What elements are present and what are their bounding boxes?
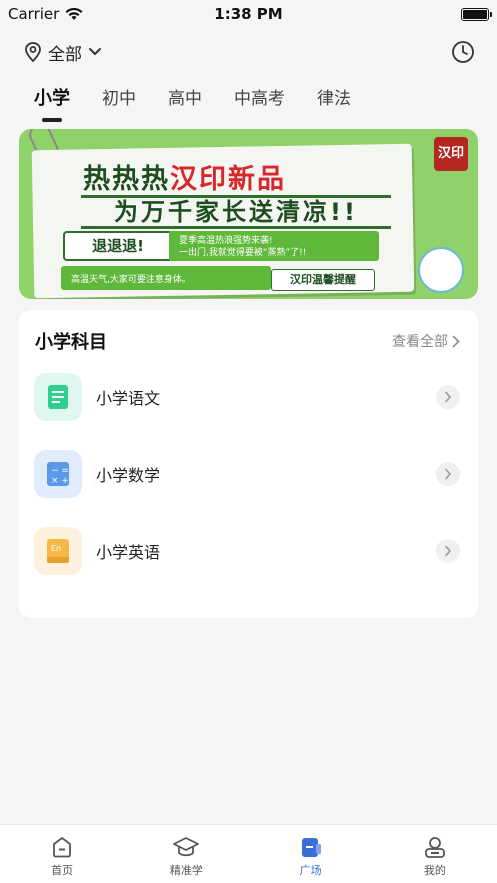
brand-logo: 汉印: [434, 137, 468, 171]
subject-label-chinese: 小学语文: [96, 389, 161, 408]
subjects-card-header: 小学科目 查看全部: [19, 310, 478, 358]
tabbar-label-profile: 我的: [423, 864, 446, 877]
tabbar-label-learn: 精准学: [169, 864, 203, 877]
subject-item-english[interactable]: En 小学英语: [19, 521, 478, 581]
promo-banner[interactable]: 热热热汉印新品 为万千家长送清凉!! 退退退! 夏季高温热浪强势来袭! 一出门,…: [19, 129, 478, 299]
location-selector[interactable]: 全部: [24, 40, 102, 65]
subjects-card-title: 小学科目: [35, 332, 107, 353]
banner-subtitle: 为万千家长送清凉!!: [81, 195, 391, 229]
banner-title-right: 汉印新品: [170, 164, 286, 195]
square-icon: [301, 838, 321, 857]
graduation-cap-icon: [173, 837, 200, 857]
history-icon[interactable]: [451, 40, 475, 64]
tab-exams[interactable]: 中高考: [218, 80, 301, 113]
tabbar-item-square[interactable]: 广场: [271, 835, 351, 878]
top-bar: 全部: [0, 36, 497, 68]
subject-label-math: 小学数学: [96, 466, 161, 485]
english-book-icon: En: [34, 527, 82, 575]
carrier-label: Carrier: [8, 5, 60, 23]
tab-law[interactable]: 律法: [301, 80, 367, 113]
tabbar-item-home[interactable]: 首页: [22, 835, 102, 878]
banner-note: 夏季高温热浪强势来袭! 一出门,我就觉得要被“蒸熟”了!!: [169, 231, 379, 261]
subject-label-english: 小学英语: [96, 543, 161, 562]
subject-item-math[interactable]: − = × + 小学数学: [19, 444, 478, 504]
banner-note-line1: 夏季高温热浪强势来袭!: [179, 236, 273, 246]
book-icon: [34, 373, 82, 421]
location-pin-icon: [25, 42, 41, 62]
banner-tag-retreat: 退退退!: [63, 231, 173, 261]
status-left: Carrier: [8, 5, 83, 23]
banner-title: 热热热汉印新品: [83, 157, 286, 196]
home-icon: [53, 837, 72, 858]
tab-primary[interactable]: 小学: [18, 80, 86, 114]
chevron-right-icon: [436, 539, 460, 563]
location-label: 全部: [48, 44, 82, 65]
see-all-label: 查看全部: [392, 334, 448, 350]
subjects-card: 小学科目 查看全部 小学语文 − = × + 小学数学 En 小学英语: [19, 310, 478, 618]
profile-icon: [424, 837, 445, 858]
tabbar-label-home: 首页: [51, 864, 74, 877]
tabbar-item-profile[interactable]: 我的: [395, 835, 475, 878]
svg-text:× +: × +: [51, 476, 69, 486]
banner-note-hot: 高温天气,大家可要注意身体。: [61, 266, 271, 290]
chevron-right-icon: [436, 462, 460, 486]
banner-reminder: 汉印温馨提醒: [271, 269, 375, 291]
tab-junior[interactable]: 初中: [86, 80, 152, 113]
tabbar-label-square: 广场: [299, 864, 322, 877]
banner-note-line2: 一出门,我就觉得要被“蒸熟”了!!: [179, 248, 307, 258]
see-all-link[interactable]: 查看全部: [392, 331, 460, 351]
svg-text:− =: − =: [51, 466, 69, 476]
chevron-right-icon: [436, 385, 460, 409]
subject-item-chinese[interactable]: 小学语文: [19, 367, 478, 427]
chevron-right-icon: [452, 335, 460, 347]
wifi-icon: [65, 7, 83, 20]
bottom-tab-bar: 首页 精准学 广场 我的: [0, 824, 497, 883]
banner-title-left: 热热热: [83, 164, 170, 195]
tabbar-item-learn[interactable]: 精准学: [146, 835, 226, 878]
tab-senior[interactable]: 高中: [152, 80, 218, 113]
chevron-down-icon: [89, 48, 101, 56]
calculator-icon: − = × +: [34, 450, 82, 498]
svg-text:En: En: [51, 544, 61, 553]
grade-tabs: 小学 初中 高中 中高考 律法: [18, 80, 479, 120]
battery-icon: [461, 7, 492, 21]
status-bar: Carrier 1:38 PM: [0, 0, 497, 28]
mascot-icon: [418, 247, 464, 293]
